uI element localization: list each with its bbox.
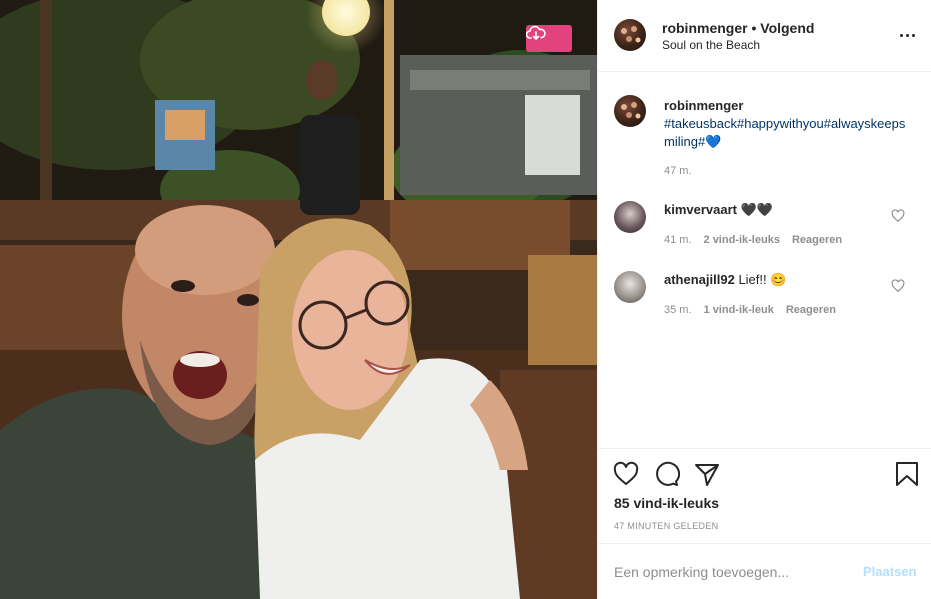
post-sidebar: robinmenger • Volgend Soul on the Beach … <box>597 0 931 599</box>
avatar[interactable] <box>614 19 646 51</box>
reply-button[interactable]: Reageren <box>792 234 842 246</box>
action-bar <box>598 452 931 496</box>
caption-hashtags[interactable]: #takeusback#happywithyou#alwayskeepsmili… <box>664 116 905 149</box>
comment-text: 🖤🖤 <box>740 202 773 217</box>
comment-meta: 41 m. 2 vind-ik-leuks Reageren <box>664 234 842 246</box>
header-user-line: robinmenger • Volgend <box>662 20 814 36</box>
comment-time[interactable]: 41 m. <box>664 234 692 246</box>
like-count[interactable]: 85 vind-ik-leuks <box>614 495 719 511</box>
divider <box>598 448 931 449</box>
avatar-image <box>621 26 641 43</box>
comment-meta: 35 m. 1 vind-ik-leuk Reageren <box>664 304 836 316</box>
more-options-icon[interactable] <box>900 28 918 42</box>
comment-text: Lief!! 😊 <box>738 272 787 287</box>
caption-avatar[interactable] <box>614 95 646 127</box>
header-username[interactable]: robinmenger <box>662 20 748 36</box>
comment-like-heart-icon[interactable] <box>891 279 905 293</box>
avatar-image <box>621 102 641 119</box>
comment: athenajill92 Lief!! 😊 <box>664 271 894 289</box>
post-comment-button[interactable]: Plaatsen <box>863 564 916 579</box>
comment-likes[interactable]: 1 vind-ik-leuk <box>704 304 774 316</box>
more-dot <box>912 33 915 37</box>
comment: kimvervaart 🖤🖤 <box>664 201 894 219</box>
photo-image <box>0 0 597 599</box>
cloud-download-icon <box>526 25 546 40</box>
caption-username[interactable]: robinmenger <box>664 97 912 115</box>
post-header: robinmenger • Volgend Soul on the Beach <box>598 0 931 72</box>
header-location[interactable]: Soul on the Beach <box>662 38 760 52</box>
more-dot <box>900 33 903 37</box>
comment-username[interactable]: athenajill92 <box>664 272 735 287</box>
post-photo[interactable] <box>0 0 597 599</box>
comment-likes[interactable]: 2 vind-ik-leuks <box>704 234 780 246</box>
comment-icon[interactable] <box>652 460 680 488</box>
bookmark-icon[interactable] <box>893 460 921 488</box>
share-icon[interactable] <box>693 460 721 488</box>
comment-avatar[interactable] <box>614 271 646 303</box>
heart-icon[interactable] <box>612 460 640 488</box>
header-separator: • <box>747 20 761 36</box>
comment-like-heart-icon[interactable] <box>891 209 905 223</box>
add-comment-bar: Plaatsen <box>598 543 931 599</box>
post-timestamp[interactable]: 47 MINUTEN GELEDEN <box>614 521 718 531</box>
caption-time[interactable]: 47 m. <box>664 165 692 177</box>
comment-input[interactable] <box>614 561 854 583</box>
reply-button[interactable]: Reageren <box>786 304 836 316</box>
comment-avatar[interactable] <box>614 201 646 233</box>
follow-status-button[interactable]: Volgend <box>760 20 814 36</box>
caption: robinmenger #takeusback#happywithyou#alw… <box>664 97 912 151</box>
more-dot <box>906 33 909 37</box>
comment-time[interactable]: 35 m. <box>664 304 692 316</box>
download-button[interactable] <box>526 25 572 52</box>
comment-username[interactable]: kimvervaart <box>664 202 737 217</box>
